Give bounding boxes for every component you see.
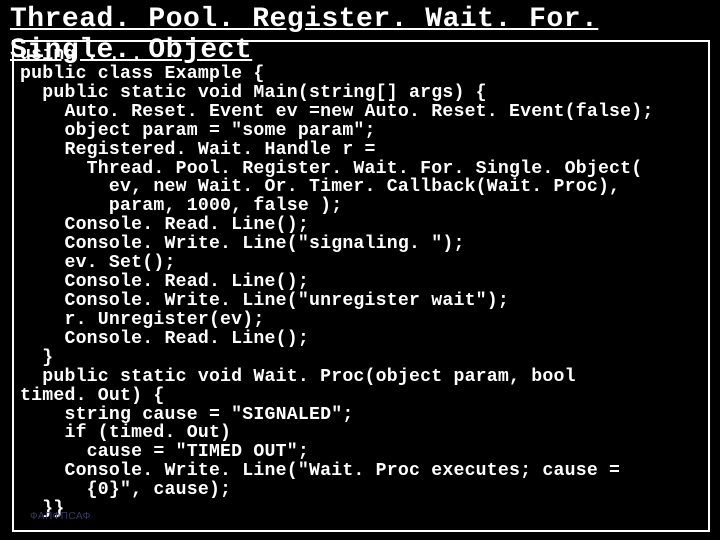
- code-line: public static void Main(string[] args) {: [20, 83, 487, 103]
- code-line: timed. Out) {: [20, 386, 165, 406]
- code-line: ev, new Wait. Or. Timer. Callback(Wait. …: [20, 177, 620, 197]
- code-block: using . . . public class Example { publi…: [20, 46, 702, 519]
- code-line: {0}", cause);: [20, 480, 231, 500]
- code-line: }: [20, 348, 53, 368]
- code-line: param, 1000, false );: [20, 196, 342, 216]
- code-line: Console. Write. Line("signaling. ");: [20, 234, 465, 254]
- code-line: cause = "TIMED OUT";: [20, 442, 309, 462]
- code-line: ev. Set();: [20, 253, 176, 273]
- code-line: public class Example {: [20, 64, 265, 84]
- code-line: object param = "some param";: [20, 121, 376, 141]
- slide: Thread. Pool. Register. Wait. For. Singl…: [0, 0, 720, 540]
- code-box: using . . . public class Example { publi…: [12, 40, 710, 532]
- code-line: Console. Write. Line("Wait. Proc execute…: [20, 461, 620, 481]
- code-line: if (timed. Out): [20, 423, 231, 443]
- watermark: ФАПФПСАФ: [30, 511, 91, 522]
- code-line: Registered. Wait. Handle r =: [20, 140, 376, 160]
- code-line: Console. Read. Line();: [20, 215, 309, 235]
- code-line: Thread. Pool. Register. Wait. For. Singl…: [20, 159, 642, 179]
- code-line: public static void Wait. Proc(object par…: [20, 367, 576, 387]
- code-line: r. Unregister(ev);: [20, 310, 265, 330]
- code-line: Auto. Reset. Event ev =new Auto. Reset. …: [20, 102, 654, 122]
- code-line: Console. Write. Line("unregister wait");: [20, 291, 509, 311]
- code-line: using . . .: [20, 45, 142, 65]
- code-line: Console. Read. Line();: [20, 272, 309, 292]
- code-line: Console. Read. Line();: [20, 329, 309, 349]
- code-line: string cause = "SIGNALED";: [20, 405, 353, 425]
